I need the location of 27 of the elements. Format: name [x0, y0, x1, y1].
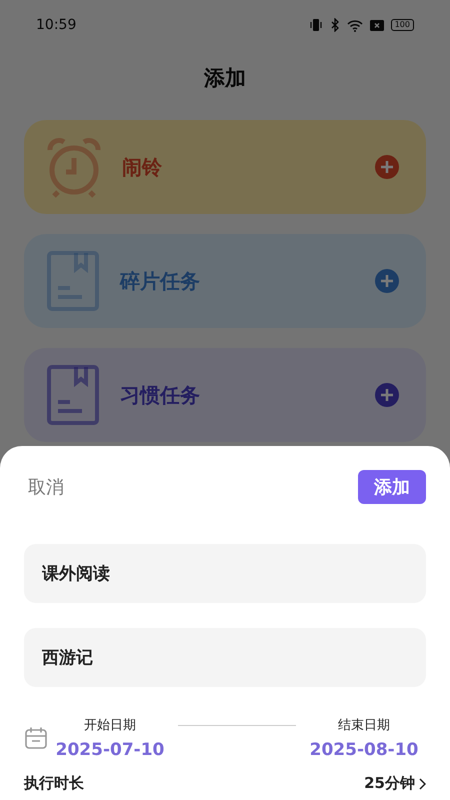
start-date-value[interactable]: 2025-07-10: [56, 740, 164, 760]
bluetooth-icon: [330, 18, 340, 32]
wifi-icon: [346, 18, 363, 32]
status-time: 10:59: [36, 17, 76, 33]
end-date-label: 结束日期: [338, 717, 390, 734]
add-icon[interactable]: [375, 269, 399, 293]
add-icon[interactable]: [375, 155, 399, 179]
add-button[interactable]: 添加: [358, 470, 426, 504]
end-date-value[interactable]: 2025-08-10: [310, 740, 418, 760]
cancel-button[interactable]: 取消: [24, 475, 68, 499]
category-label: 碎片任务: [120, 268, 201, 294]
input-field[interactable]: 课外阅读: [24, 544, 426, 603]
category-card[interactable]: 习惯任务: [24, 348, 426, 442]
category-card[interactable]: 闹铃: [24, 120, 426, 214]
sim-icon: [370, 20, 384, 30]
input-field[interactable]: 西游记: [24, 628, 426, 687]
category-label: 习惯任务: [120, 382, 201, 408]
duration-value[interactable]: 25分钟: [364, 774, 415, 793]
category-label: 闹铃: [122, 154, 163, 180]
calendar-icon: [24, 726, 48, 750]
add-icon[interactable]: [375, 383, 399, 407]
page-title: 添加: [202, 65, 247, 92]
chevron-right-icon: [419, 778, 426, 790]
vibrate-icon: [308, 18, 323, 32]
duration-label: 执行时长: [24, 774, 84, 793]
start-date-label: 开始日期: [84, 717, 136, 734]
battery-icon: 100: [390, 19, 414, 31]
